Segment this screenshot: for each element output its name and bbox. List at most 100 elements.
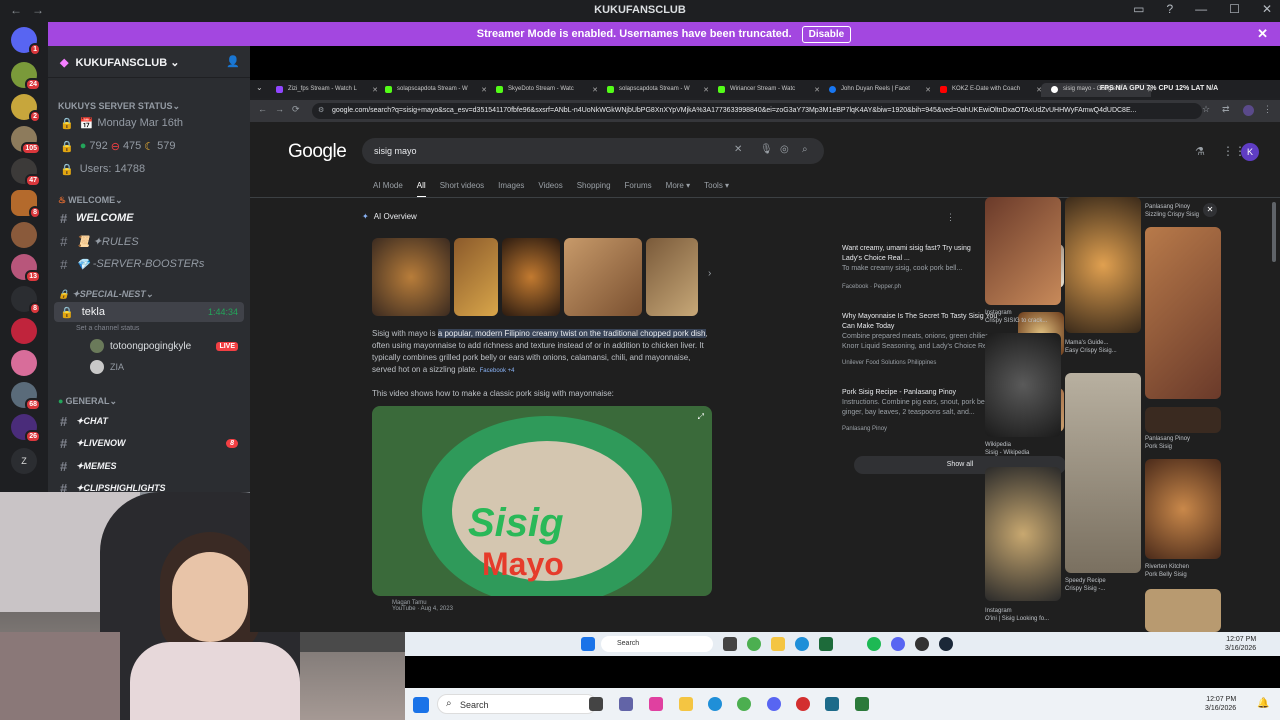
browser-tab[interactable]: John Duyan Reels | Facet ✕ xyxy=(819,83,931,97)
tab-ai-mode[interactable]: AI Mode xyxy=(373,181,403,198)
server-icon[interactable]: 2 xyxy=(11,94,41,123)
windows-search[interactable]: ⌕ Search xyxy=(437,694,597,714)
window-controls[interactable]: ▭ ? — ☐ ✕ xyxy=(1133,2,1272,16)
chrome-icon[interactable] xyxy=(737,697,751,711)
browser-tab[interactable]: Zizi_fps Stream - Watch L ✕ xyxy=(266,83,378,97)
server-header[interactable]: ◆ KUKUFANSCLUB ⌄ 👤 xyxy=(48,46,250,78)
tab-all[interactable]: All xyxy=(416,181,426,198)
help-icon[interactable]: ? xyxy=(1166,2,1173,16)
app-icon[interactable] xyxy=(855,697,869,711)
server-icon[interactable]: 13 xyxy=(11,254,41,283)
channel-boosters[interactable]: # 💎 -SERVER-BOOSTERs xyxy=(48,254,250,274)
labs-icon[interactable]: ⚗ xyxy=(1195,145,1205,158)
expand-icon[interactable]: ⤢ xyxy=(698,412,704,422)
folder-icon[interactable] xyxy=(679,697,693,711)
image-result[interactable] xyxy=(985,197,1061,305)
server-icon[interactable]: 26 xyxy=(11,414,41,443)
server-icon[interactable]: 8 xyxy=(11,286,41,315)
voice-user[interactable]: ZIA xyxy=(78,357,250,377)
edge-icon[interactable] xyxy=(708,697,722,711)
browser-tab[interactable]: Wiriancer Stream - Watc ✕ xyxy=(708,83,820,97)
server-icon[interactable] xyxy=(11,222,37,248)
sisig-image[interactable] xyxy=(502,238,560,316)
spotify-icon[interactable] xyxy=(867,637,881,651)
category-welcome[interactable]: ♨ WELCOME ⌄ xyxy=(48,190,250,210)
server-icon[interactable]: 24 xyxy=(11,62,41,91)
voice-user[interactable]: totoongpogingkyle LIVE xyxy=(78,336,250,356)
windows-start-icon[interactable] xyxy=(413,697,429,713)
profile-avatar[interactable] xyxy=(1243,105,1254,116)
clock[interactable]: 12:07 PM 3/16/2026 xyxy=(1205,695,1236,713)
add-member-icon[interactable]: 👤 xyxy=(226,55,240,68)
steam-icon[interactable] xyxy=(939,637,953,651)
folder-icon[interactable] xyxy=(771,637,785,651)
minimize-button[interactable]: — xyxy=(1195,2,1207,16)
tab-videos[interactable]: Videos xyxy=(538,181,562,198)
server-icon[interactable]: Z xyxy=(11,448,37,474)
nav-buttons[interactable]: ←→⟳ xyxy=(258,104,308,115)
server-icon[interactable]: 105 xyxy=(11,126,41,155)
obs-icon[interactable] xyxy=(915,637,929,651)
tab-tools[interactable]: Tools ▾ xyxy=(704,181,729,198)
browser-tab[interactable]: solapscapdota Stream - W ✕ xyxy=(597,83,709,97)
close-icon[interactable]: ✕ xyxy=(1257,26,1268,42)
start-icon[interactable] xyxy=(581,637,595,651)
channel-memes[interactable]: # ✦MEMES xyxy=(48,456,250,476)
lens-icon[interactable]: ◎ xyxy=(780,144,789,155)
sisig-image[interactable] xyxy=(564,238,642,316)
channel-date[interactable]: 🔒 📅 Monday Mar 16th xyxy=(48,113,250,133)
channel-rules[interactable]: # 📜 ✦RULES xyxy=(48,231,250,251)
tab-forums[interactable]: Forums xyxy=(625,181,652,198)
site-info-icon[interactable]: ⚙ xyxy=(318,106,324,114)
tab-short-videos[interactable]: Short videos xyxy=(440,181,484,198)
server-icon[interactable] xyxy=(11,318,37,344)
channel-member-status[interactable]: 🔒 ● 792 ⊖ 475 ☾ 579 xyxy=(48,136,250,156)
channel-welcome[interactable]: # WELCOME xyxy=(48,208,250,228)
taskbar-search[interactable]: Search xyxy=(601,636,713,652)
sisig-image[interactable] xyxy=(454,238,498,316)
sisig-image[interactable] xyxy=(646,238,698,316)
next-arrow-icon[interactable]: › xyxy=(708,268,711,279)
chrome-icon[interactable] xyxy=(747,637,761,651)
tab-more[interactable]: More ▾ xyxy=(666,181,690,198)
clock[interactable]: 12:07 PM 3/16/2026 xyxy=(1225,635,1256,653)
bookmark-star-icon[interactable]: ☆ xyxy=(1202,104,1210,115)
image-result[interactable] xyxy=(985,467,1061,601)
image-result[interactable] xyxy=(1065,197,1141,333)
category-special-nest[interactable]: 🔒 ✦Special-Nest ⌄ xyxy=(48,284,250,304)
image-result[interactable] xyxy=(1065,373,1141,573)
source-chip[interactable]: Facebook +4 xyxy=(480,368,515,374)
browser-tab[interactable]: SkyeDoto Stream - Watc ✕ xyxy=(486,83,598,97)
search-icon[interactable]: ⌕ xyxy=(802,144,808,155)
extensions-icon[interactable]: ⇄ xyxy=(1222,104,1230,115)
image-result[interactable] xyxy=(985,333,1061,437)
server-icon[interactable]: 68 xyxy=(11,382,41,411)
channel-users[interactable]: 🔒 Users: 14788 xyxy=(48,159,250,179)
browser-tab[interactable]: solapscapdota Stream - W ✕ xyxy=(375,83,487,97)
copilot-icon[interactable] xyxy=(649,697,663,711)
edge-icon[interactable] xyxy=(795,637,809,651)
sisig-image[interactable] xyxy=(372,238,450,316)
channel-clips[interactable]: # ✦CLIPSHIGHLIGHTS xyxy=(48,478,250,493)
google-logo[interactable]: Google xyxy=(288,141,347,163)
channel-livenow[interactable]: # ✦LIVENOW 8 xyxy=(48,433,250,453)
taskview-icon[interactable] xyxy=(589,697,603,711)
menu-icon[interactable]: ⋮ xyxy=(1263,104,1272,115)
notification-bell-icon[interactable]: 🔔 xyxy=(1257,698,1269,709)
browser-tab[interactable]: KOKZ E-Date with Coach ✕ xyxy=(930,83,1042,97)
app-icon[interactable] xyxy=(796,697,810,711)
server-icon[interactable]: 47 xyxy=(11,158,41,187)
teams-icon[interactable] xyxy=(619,697,633,711)
image-result[interactable] xyxy=(1145,407,1221,433)
disable-button[interactable]: Disable xyxy=(801,25,852,43)
close-button[interactable]: ✕ xyxy=(1262,2,1272,16)
discord-icon[interactable] xyxy=(891,637,905,651)
tab-images[interactable]: Images xyxy=(498,181,524,198)
video-thumbnail[interactable]: Sisig Mayo ⤢ xyxy=(372,406,712,596)
page-scrollbar[interactable] xyxy=(1272,202,1276,262)
search-input[interactable]: sisig mayo xyxy=(374,146,417,156)
app-icon[interactable] xyxy=(819,637,833,651)
server-icon[interactable]: 8 xyxy=(11,190,41,219)
channel-status[interactable]: Set a channel status xyxy=(64,318,250,338)
close-icon[interactable]: ✕ xyxy=(1203,203,1217,217)
